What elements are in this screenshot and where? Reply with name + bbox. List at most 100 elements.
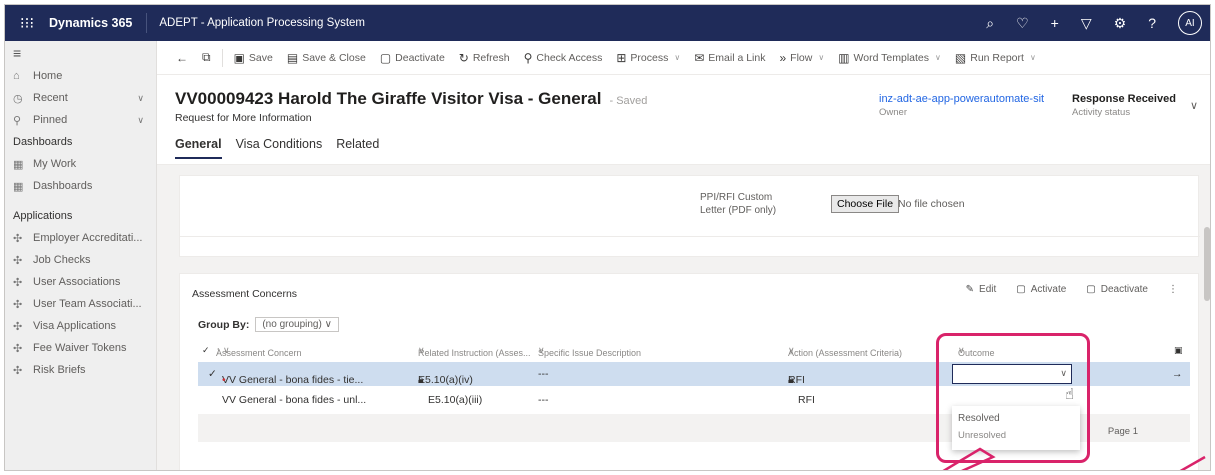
filter-icon[interactable]: ▽	[1081, 15, 1092, 32]
activity-status-label: Activity status	[1072, 107, 1131, 118]
activity-status-value: Response Received	[1072, 93, 1176, 105]
activity-status-field: Response Received Activity status	[1072, 93, 1176, 118]
run-report-button[interactable]: ▧ Run Report ∨	[948, 51, 1043, 65]
hamburger-menu-icon[interactable]: ≡	[5, 41, 156, 65]
header-expand-chevron-icon[interactable]: ∨	[1190, 99, 1198, 112]
check-access-button[interactable]: ⚲ Check Access	[517, 51, 610, 65]
nav-item-user-team-associations[interactable]: ✣ User Team Associati...	[5, 293, 156, 315]
save-close-button[interactable]: ▤ Save & Close	[280, 51, 373, 65]
back-button[interactable]: ←	[169, 51, 195, 65]
required-indicator: •	[222, 374, 226, 386]
nav-item-dashboards[interactable]: ▦ Dashboards	[5, 175, 156, 197]
chevron-down-icon: ∨	[674, 53, 681, 62]
page-indicator: Page 1	[1107, 426, 1138, 437]
puzzle-icon: ✣	[13, 254, 23, 267]
chevron-down-icon: ∨	[137, 114, 144, 125]
flow-button[interactable]: » Flow ∨	[772, 51, 831, 65]
column-header-concern[interactable]: Assessment Concern ↑ ∨	[216, 345, 302, 358]
column-header-instruction[interactable]: Related Instruction (Asses... ∨	[418, 345, 531, 358]
nav-item-employer-accreditation[interactable]: ✣ Employer Accreditati...	[5, 227, 156, 249]
column-header-description[interactable]: Specific Issue Description ∨	[538, 345, 641, 358]
pin-icon: ⚲	[13, 114, 22, 127]
nav-item-user-associations[interactable]: ✣ User Associations	[5, 271, 156, 293]
pink-arrow-annotation-icon	[942, 447, 996, 470]
refresh-button[interactable]: ↻ Refresh	[452, 51, 517, 65]
chevron-down-icon: ∨	[324, 319, 332, 330]
avatar[interactable]: AI	[1178, 11, 1202, 35]
save-button[interactable]: ▣ Save	[227, 51, 280, 65]
instruction-cell: E5.10(a)(iii)	[428, 394, 483, 406]
chevron-down-icon: ∨	[818, 53, 825, 62]
tab-general[interactable]: General	[175, 137, 222, 159]
description-cell: ---	[538, 368, 549, 380]
tab-related[interactable]: Related	[336, 137, 379, 159]
app-window: ⁝⁝⁝ Dynamics 365 ADEPT - Application Pro…	[4, 4, 1211, 471]
process-icon: ⊞	[616, 50, 627, 65]
vertical-scrollbar[interactable]	[1204, 227, 1210, 301]
app-launcher-icon[interactable]: ⁝⁝⁝	[5, 5, 49, 41]
nav-item-risk-briefs[interactable]: ✣ Risk Briefs	[5, 359, 156, 381]
word-templates-button[interactable]: ▥ Word Templates ∨	[831, 51, 948, 65]
clock-icon: ◷	[13, 92, 23, 105]
record-header: VV00009423 Harold The Giraffe Visitor Vi…	[157, 75, 1210, 165]
open-record-arrow-icon[interactable]: →	[1172, 368, 1183, 380]
lightbulb-icon[interactable]: ♡	[1016, 15, 1029, 32]
help-icon[interactable]: ?	[1148, 15, 1156, 31]
subgrid-actions: ✎ Edit ▢ Activate ▢ Deactivate ⋮	[966, 284, 1178, 295]
process-button[interactable]: ⊞ Process ∨	[609, 51, 687, 65]
settings-gear-icon[interactable]: ⚙	[1114, 15, 1127, 32]
puzzle-icon: ✣	[13, 342, 23, 355]
activate-icon: ▢	[1016, 284, 1026, 295]
chevron-down-icon: ∨	[935, 53, 941, 62]
word-icon: ▥	[838, 50, 850, 65]
nav-item-fee-waiver-tokens[interactable]: ✣ Fee Waiver Tokens	[5, 337, 156, 359]
nav-item-job-checks[interactable]: ✣ Job Checks	[5, 249, 156, 271]
owner-link[interactable]: inz-adt-ae-app-powerautomate-sit	[879, 93, 1044, 105]
page-title: VV00009423 Harold The Giraffe Visitor Vi…	[175, 89, 648, 108]
group-by-select[interactable]: (no grouping) ∨	[255, 317, 339, 332]
puzzle-icon: ✣	[13, 320, 23, 333]
left-nav: ≡ ⌂ Home ◷ Recent ∨ ⚲ Pinned ∨ Dashboards ▦ My…	[5, 41, 157, 470]
chevron-down-icon: ∨	[1029, 53, 1036, 62]
nav-item-pinned[interactable]: ⚲ Pinned ∨	[5, 109, 156, 131]
group-by-control: Group By: (no grouping) ∨	[198, 317, 339, 332]
concern-cell: VV General - bona fides - unl...	[222, 394, 367, 406]
puzzle-icon: ✣	[13, 276, 23, 289]
plus-icon[interactable]: +	[1051, 15, 1059, 31]
deactivate-button[interactable]: ▢ Deactivate	[373, 51, 452, 65]
nav-item-recent[interactable]: ◷ Recent ∨	[5, 87, 156, 109]
tab-visa-conditions[interactable]: Visa Conditions	[236, 137, 323, 159]
nav-item-my-work[interactable]: ▦ My Work	[5, 153, 156, 175]
search-icon[interactable]: ⌕	[986, 15, 994, 32]
nav-item-visa-applications[interactable]: ✣ Visa Applications	[5, 315, 156, 337]
popout-icon: ⧉	[202, 50, 211, 64]
more-options-icon[interactable]: ⋮	[1168, 284, 1178, 295]
puzzle-icon: ✣	[13, 232, 23, 245]
row-checkmark-icon[interactable]: ✓	[208, 368, 217, 380]
deactivate-icon: ▢	[379, 50, 392, 65]
column-header-action[interactable]: Action (Assessment Criteria) ∨	[788, 345, 902, 358]
pink-arrow-annotation-icon	[1179, 455, 1206, 470]
email-link-button[interactable]: ✉ Email a Link	[687, 51, 772, 65]
deactivate-icon: ▢	[1086, 284, 1096, 295]
app-name[interactable]: ADEPT - Application Processing System	[147, 17, 365, 29]
nav-heading-applications: Applications	[13, 210, 73, 222]
divider	[180, 236, 1200, 237]
nav-item-home[interactable]: ⌂ Home	[5, 65, 156, 87]
activate-button[interactable]: ▢ Activate	[1016, 284, 1066, 295]
choose-file-button[interactable]: Choose File	[831, 195, 900, 213]
owner-field: inz-adt-ae-app-powerautomate-sit Owner	[879, 93, 1044, 118]
select-all-checkbox[interactable]: ✓	[202, 345, 210, 356]
report-icon: ▧	[954, 50, 967, 65]
deactivate-records-button[interactable]: ▢ Deactivate	[1086, 284, 1148, 295]
group-by-label: Group By:	[198, 318, 250, 331]
file-upload-section: PPI/RFI Custom Letter (PDF only) Choose …	[179, 175, 1200, 257]
save-grid-icon[interactable]: ▣	[1174, 345, 1183, 356]
hand-cursor-icon: ☝	[1065, 386, 1075, 403]
command-bar: ← ⧉ ▣ Save ▤ Save & Close ▢ Deactivate ↻ Ref…	[157, 41, 1210, 75]
ppi-rfi-letter-label: PPI/RFI Custom Letter (PDF only)	[700, 192, 777, 216]
puzzle-icon: ✣	[13, 298, 23, 311]
edit-button[interactable]: ✎ Edit	[966, 284, 997, 295]
brand-name[interactable]: Dynamics 365	[49, 13, 148, 33]
open-new-window-button[interactable]: ⧉	[195, 50, 218, 65]
